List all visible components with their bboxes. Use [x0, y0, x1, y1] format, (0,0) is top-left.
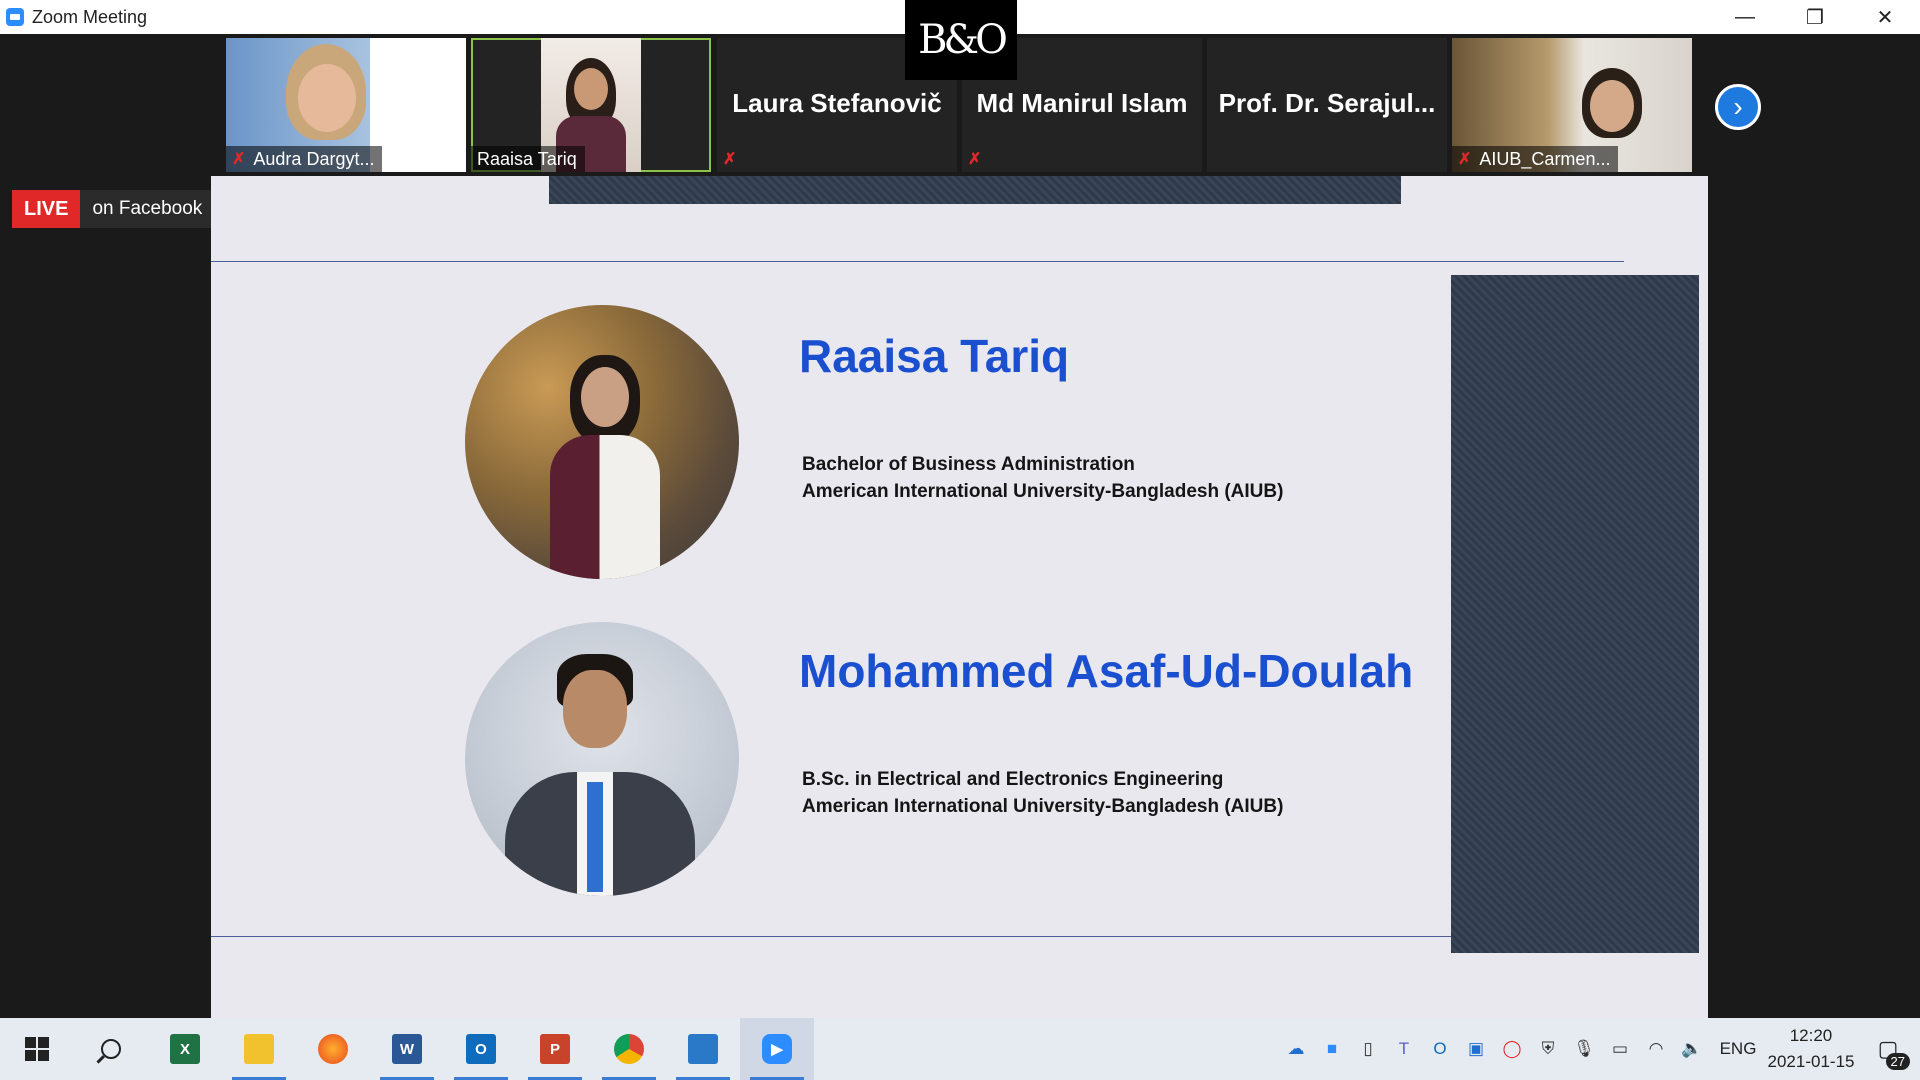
battery-icon[interactable]: ▭	[1602, 1018, 1638, 1080]
teams-icon[interactable]: T	[1386, 1018, 1422, 1080]
taskbar-app-photos[interactable]	[666, 1018, 740, 1080]
slide-divider-bottom	[211, 936, 1451, 937]
participant-name: Audra Dargyt...	[253, 148, 375, 169]
clock-time: 12:20	[1789, 1026, 1833, 1045]
mic-muted-icon: ✗	[1458, 151, 1472, 168]
outlook-icon: O	[466, 1034, 496, 1064]
taskbar-app-zoom[interactable]: ▶	[740, 1018, 814, 1080]
taskbar-app-firefox[interactable]	[296, 1018, 370, 1080]
mic-muted-icon: ✗	[968, 151, 982, 168]
participant-tile[interactable]: ✗ Audra Dargyt...	[226, 38, 466, 172]
taskbar-app-outlook[interactable]: O	[444, 1018, 518, 1080]
close-button[interactable]: ✕	[1850, 0, 1920, 34]
participant-name-overlay: Raaisa Tariq	[471, 146, 585, 172]
start-button[interactable]	[0, 1018, 74, 1080]
participant-tile-active-speaker[interactable]: Raaisa Tariq	[471, 38, 711, 172]
speaker-name: Raaisa Tariq	[799, 330, 1070, 382]
zoom-tray-icon[interactable]: ■	[1314, 1018, 1350, 1080]
live-platform: on Facebook	[80, 190, 215, 228]
taskbar-app-file-explorer[interactable]	[222, 1018, 296, 1080]
shield-icon[interactable]: ⛨	[1530, 1018, 1566, 1080]
participant-tile[interactable]: Prof. Dr. Serajul...	[1207, 38, 1447, 172]
participant-video-face	[1590, 80, 1634, 132]
live-stream-badge[interactable]: LIVE on Facebook	[12, 190, 215, 228]
onedrive-icon[interactable]: ☁	[1278, 1018, 1314, 1080]
zoom-app-icon	[6, 8, 24, 26]
system-clock[interactable]: 12:20 2021-01-15	[1766, 1023, 1856, 1075]
search-icon	[96, 1039, 121, 1064]
search-button[interactable]	[74, 1018, 148, 1080]
wifi-icon[interactable]: ◠	[1638, 1018, 1674, 1080]
speaker-name: Mohammed Asaf-Ud-Doulah	[799, 645, 1414, 697]
action-center-button[interactable]: ▢ 27	[1856, 1018, 1920, 1080]
mic-muted-icon: ✗	[232, 151, 246, 168]
participant-name: Laura Stefanovič	[732, 88, 942, 118]
participant-video-face	[298, 64, 356, 132]
input-language[interactable]: ENG	[1710, 1039, 1766, 1059]
taskbar-app-chrome[interactable]	[592, 1018, 666, 1080]
speaker-degree: B.Sc. in Electrical and Electronics Engi…	[802, 769, 1224, 790]
system-tray: ☁ ■ ▯ T O ▣ ◯ ⛨ 🎙 ▭ ◠ 🔈 ENG 12:20 2021-0…	[1278, 1018, 1920, 1080]
participant-name-overlay: ✗ AIUB_Carmen...	[1452, 146, 1619, 172]
firefox-icon	[318, 1034, 348, 1064]
speaker-institution: American International University-Bangla…	[802, 481, 1284, 502]
chat-icon[interactable]: ▣	[1458, 1018, 1494, 1080]
mic-muted-icon: ✗	[723, 151, 737, 168]
chrome-icon	[614, 1034, 644, 1064]
excel-icon: X	[170, 1034, 200, 1064]
participant-tile[interactable]: ✗ AIUB_Carmen...	[1452, 38, 1692, 172]
windows-taskbar: X W O P ▶ ☁ ■ ▯ T O ▣ ◯ ⛨ 🎙 ▭ ◠ 🔈 ENG 12…	[0, 1018, 1920, 1080]
slide-divider-top	[211, 261, 1624, 262]
participant-name-overlay: ✗	[962, 146, 997, 172]
usb-device-icon[interactable]: ▯	[1350, 1018, 1386, 1080]
participant-video-face	[574, 68, 608, 110]
clock-date: 2021-01-15	[1767, 1052, 1855, 1071]
restore-button[interactable]: ❐	[1780, 0, 1850, 34]
antivirus-icon[interactable]: ◯	[1494, 1018, 1530, 1080]
window-controls: — ❐ ✕	[1710, 0, 1920, 34]
taskbar-app-word[interactable]: W	[370, 1018, 444, 1080]
next-page-button[interactable]: ›	[1715, 84, 1761, 130]
word-icon: W	[392, 1034, 422, 1064]
participant-name-overlay: ✗	[717, 146, 752, 172]
taskbar-app-excel[interactable]: X	[148, 1018, 222, 1080]
participant-name: Raaisa Tariq	[477, 148, 577, 169]
zoom-icon: ▶	[762, 1034, 792, 1064]
brand-logo: B&O	[905, 0, 1017, 80]
slide-side-panel	[1451, 275, 1699, 953]
volume-icon[interactable]: 🔈	[1674, 1018, 1710, 1080]
live-tag: LIVE	[12, 190, 81, 228]
start-icon	[25, 1037, 49, 1061]
speaker-photo	[465, 305, 739, 579]
outlook-tray-icon[interactable]: O	[1422, 1018, 1458, 1080]
notification-count: 27	[1885, 1053, 1910, 1070]
speaker-degree: Bachelor of Business Administration	[802, 454, 1135, 475]
speaker-institution: American International University-Bangla…	[802, 796, 1284, 817]
window-title: Zoom Meeting	[32, 6, 148, 27]
taskbar-app-powerpoint[interactable]: P	[518, 1018, 592, 1080]
participant-name: AIUB_Carmen...	[1479, 148, 1611, 169]
photos-icon	[688, 1034, 718, 1064]
minimize-button[interactable]: —	[1710, 0, 1780, 34]
file-explorer-icon	[244, 1034, 274, 1064]
participant-name: Md Manirul Islam	[976, 88, 1188, 118]
powerpoint-icon: P	[540, 1034, 570, 1064]
microphone-icon[interactable]: 🎙	[1566, 1018, 1602, 1080]
shared-screen-slide: Raaisa Tariq Bachelor of Business Admini…	[211, 176, 1708, 1018]
participant-name-overlay: ✗ Audra Dargyt...	[226, 146, 383, 172]
slide-top-bar	[549, 176, 1401, 204]
chevron-right-icon: ›	[1733, 91, 1743, 122]
participant-name: Prof. Dr. Serajul...	[1218, 88, 1436, 118]
speaker-photo	[465, 622, 739, 896]
